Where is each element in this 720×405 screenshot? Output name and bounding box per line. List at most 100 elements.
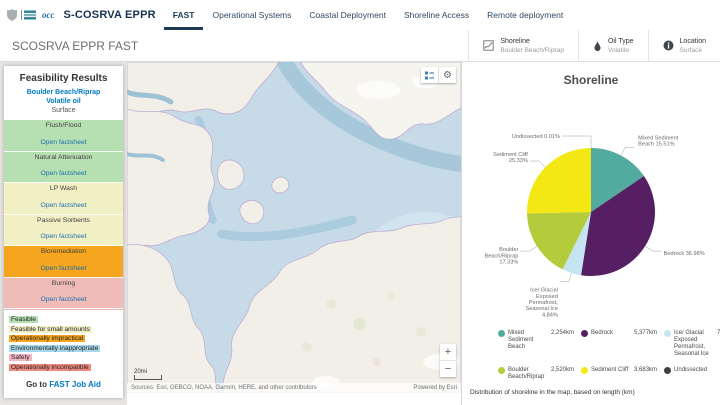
feasibility-title: Feasibility Results bbox=[6, 73, 121, 84]
legend-operationally-incompatible: Operationally incompatible bbox=[9, 364, 118, 372]
feasibility-panel: Feasibility Results Boulder Beach/Riprap… bbox=[4, 66, 123, 398]
legend-dot bbox=[664, 367, 671, 374]
treatment-name: Natural Attenuation bbox=[4, 154, 123, 163]
callout-leader bbox=[621, 148, 634, 156]
callout-leader bbox=[530, 161, 546, 167]
legend-label: Boulder Beach/Riprap bbox=[508, 367, 548, 381]
context-location: Surface bbox=[4, 106, 123, 115]
map-region: ⚙ + − 20mi Sources: Esri, GEBCO, NOAA, G… bbox=[127, 62, 461, 405]
legend-environmentally-inappropriate: Environmentally inappropriate bbox=[9, 345, 118, 353]
fast-job-aid: Go to FAST Job Aid bbox=[4, 380, 123, 389]
info-label: Shoreline bbox=[500, 37, 564, 46]
pie-legend-item-undissected: Undissected2km bbox=[664, 367, 720, 381]
pie-legend-item-boulder-beach-riprap: Boulder Beach/Riprap2,520km bbox=[498, 367, 574, 381]
header-info-groups: Shoreline Boulder Beach/Riprap Oil Type … bbox=[468, 30, 720, 61]
treatment-row-flush-flood: Flush/Flood Open factsheet bbox=[4, 120, 123, 152]
scale-label: 20mi bbox=[134, 369, 147, 375]
powered-by-esri-link[interactable]: Powered by Esri bbox=[413, 385, 457, 391]
gear-icon: ⚙ bbox=[443, 70, 452, 81]
zoom-out-button[interactable]: − bbox=[440, 361, 456, 377]
pie-legend-item-ice-glacial-exposed-permafrost-seasonal-ice: Ice/ Glacial Exposed Permafrost, Seasona… bbox=[664, 330, 720, 358]
feasibility-context: Boulder Beach/Riprap Volatile oil Surfac… bbox=[4, 88, 123, 115]
open-factsheet-link[interactable]: Open factsheet bbox=[40, 202, 86, 209]
occ-logo-text: occ bbox=[42, 10, 55, 20]
tab-coastal-deployment[interactable]: Coastal Deployment bbox=[300, 0, 395, 30]
pie-callout-undissected: Undissected 0.01% bbox=[512, 134, 560, 140]
logo-group: occ bbox=[7, 0, 55, 30]
treatment-row-bioremediation: Bioremediation Open factsheet bbox=[4, 246, 123, 278]
chart-caption: Distribution of shoreline in the map, ba… bbox=[470, 389, 635, 396]
info-label: Oil Type bbox=[608, 37, 634, 46]
legend-operationally-impractical: Operationally impractical bbox=[9, 335, 118, 343]
map-attribution: Sources: Esri, GEBCO, NOAA, Garmin, HERE… bbox=[127, 383, 461, 393]
top-navbar: occ S-COSRVA EPPR FASTOperational System… bbox=[0, 0, 720, 30]
tab-fast[interactable]: FAST bbox=[164, 0, 204, 30]
oil-drop-icon bbox=[593, 40, 602, 52]
header-bar: SCOSRVA EPPR FAST Shoreline Boulder Beac… bbox=[0, 30, 720, 62]
feasibility-legend: FeasibleFeasible for small amountsOperat… bbox=[4, 310, 123, 375]
context-shoreline: Boulder Beach/Riprap bbox=[4, 88, 123, 97]
tab-operational-systems[interactable]: Operational Systems bbox=[203, 0, 300, 30]
treatment-name: Bioremediation bbox=[4, 248, 123, 257]
attribution-sources: Sources: Esri, GEBCO, NOAA, Garmin, HERE… bbox=[131, 385, 317, 391]
map-zoom-controls: + − bbox=[440, 344, 456, 377]
legend-dot bbox=[498, 367, 505, 374]
open-factsheet-link[interactable]: Open factsheet bbox=[40, 170, 86, 177]
pie-callout-sediment-cliff: Sediment Cliff25.33% bbox=[493, 152, 528, 164]
treatment-name: Passive Sorbents bbox=[4, 217, 123, 226]
legend-label: Ice/ Glacial Exposed Permafrost, Seasona… bbox=[674, 330, 714, 358]
legend-dot bbox=[498, 330, 505, 337]
pie-callout-mixed-sediment-beach: Mixed SedimentBeach 15.51% bbox=[638, 135, 679, 147]
zoom-in-button[interactable]: + bbox=[440, 344, 456, 361]
legend-feasible-for-small-amounts: Feasible for small amounts bbox=[9, 326, 118, 334]
pie-slice-sediment-cliff[interactable] bbox=[527, 148, 591, 213]
tab-shoreline-access[interactable]: Shoreline Access bbox=[395, 0, 478, 30]
nav-tabs: FASTOperational SystemsCoastal Deploymen… bbox=[164, 0, 572, 30]
callout-leader bbox=[520, 246, 537, 251]
scale-bar-line bbox=[134, 375, 162, 380]
legend-feasible: Feasible bbox=[9, 316, 118, 324]
legend-label: Mixed Sediment Beach bbox=[508, 330, 548, 351]
map-scale-bar: 20mi bbox=[134, 369, 162, 380]
open-factsheet-link[interactable]: Open factsheet bbox=[40, 139, 86, 146]
open-factsheet-link[interactable]: Open factsheet bbox=[40, 233, 86, 240]
shoreline-icon bbox=[483, 40, 494, 51]
map-toolbar: ⚙ bbox=[421, 67, 456, 83]
pie-legend-item-mixed-sediment-beach: Mixed Sediment Beach2,254km bbox=[498, 330, 574, 358]
fast-job-aid-link[interactable]: FAST Job Aid bbox=[49, 380, 101, 389]
legend-safety: Safety bbox=[9, 354, 118, 362]
crest-logo-icon bbox=[7, 9, 17, 21]
legend-dot bbox=[581, 367, 588, 374]
legend-dot bbox=[581, 330, 588, 337]
shoreline-panel: Shoreline Mixed SedimentBeach 15.51%Bedr… bbox=[461, 62, 720, 405]
flag-logo-icon bbox=[21, 10, 38, 20]
page-title: SCOSRVA EPPR FAST bbox=[12, 39, 138, 53]
main-area: Feasibility Results Boulder Beach/Riprap… bbox=[0, 62, 720, 405]
legend-label: Sediment Cliff bbox=[591, 367, 631, 374]
footer-prefix: Go to bbox=[26, 380, 47, 389]
treatment-name: Flush/Flood bbox=[4, 122, 123, 131]
map-settings-button[interactable]: ⚙ bbox=[438, 67, 456, 83]
treatment-row-passive-sorbents: Passive Sorbents Open factsheet bbox=[4, 215, 123, 247]
tab-remote-deployment[interactable]: Remote deployment bbox=[478, 0, 572, 30]
treatment-name: Burning bbox=[4, 280, 123, 289]
pie-callout-bedrock: Bedrock 36.98% bbox=[664, 251, 705, 257]
info-value: Boulder Beach/Riprap bbox=[500, 46, 564, 55]
app-title: S-COSRVA EPPR bbox=[64, 9, 156, 21]
context-oil: Volatile oil bbox=[4, 97, 123, 106]
info-group-location: Location Surface bbox=[648, 30, 720, 61]
layer-legend-button[interactable] bbox=[421, 67, 438, 83]
open-factsheet-link[interactable]: Open factsheet bbox=[40, 296, 86, 303]
info-value: Surface bbox=[680, 46, 706, 55]
treatment-list[interactable]: Flush/FloodOpen factsheetNatural Attenua… bbox=[4, 120, 123, 310]
info-value: Volatile bbox=[608, 46, 634, 55]
map-canvas[interactable]: ⚙ + − 20mi Sources: Esri, GEBCO, NOAA, G… bbox=[127, 62, 461, 393]
info-label: Location bbox=[680, 37, 706, 46]
treatment-row-burning: Burning Open factsheet bbox=[4, 278, 123, 310]
open-factsheet-link[interactable]: Open factsheet bbox=[40, 265, 86, 272]
legend-label: Undissected bbox=[674, 367, 714, 374]
legend-dot bbox=[664, 330, 671, 337]
pie-legend: Mixed Sediment Beach2,254kmBedrock5,377k… bbox=[498, 330, 716, 381]
treatment-row-natural-attenuation: Natural Attenuation Open factsheet bbox=[4, 152, 123, 184]
legend-value: 2,520km bbox=[551, 367, 574, 374]
